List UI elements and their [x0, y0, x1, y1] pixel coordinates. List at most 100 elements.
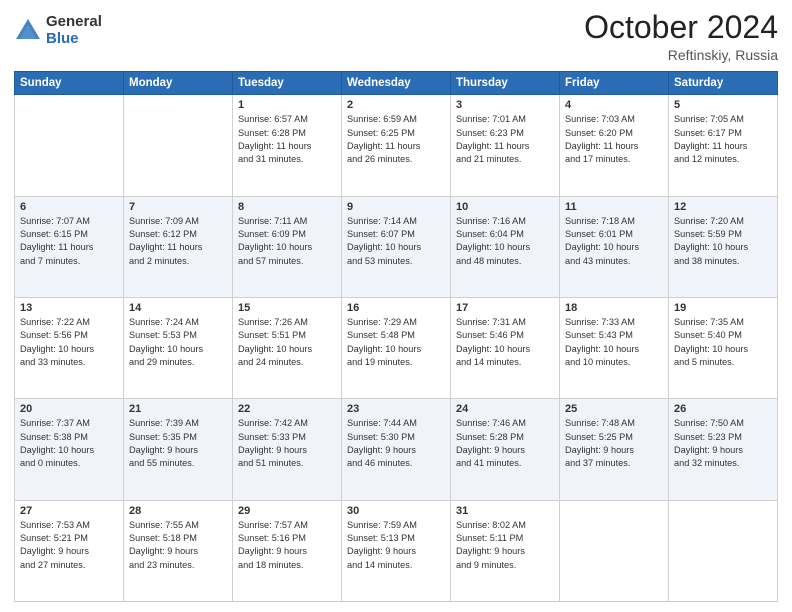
day-number: 15	[238, 302, 336, 314]
calendar-cell: 19 Sunrise: 7:35 AMSunset: 5:40 PMDayligh…	[669, 297, 778, 398]
day-number: 8	[238, 201, 336, 213]
day-info: Sunrise: 7:33 AMSunset: 5:43 PMDaylight:…	[565, 316, 663, 369]
calendar-cell: 21 Sunrise: 7:39 AMSunset: 5:35 PMDayligh…	[124, 399, 233, 500]
day-info: Sunrise: 7:22 AMSunset: 5:56 PMDaylight:…	[20, 316, 118, 369]
day-info: Sunrise: 7:07 AMSunset: 6:15 PMDaylight:…	[20, 215, 118, 268]
day-info: Sunrise: 7:18 AMSunset: 6:01 PMDaylight:…	[565, 215, 663, 268]
calendar-cell: 16Sunrise: 7:29 AMSunset: 5:48 PMDayligh…	[342, 297, 451, 398]
col-header-thursday: Thursday	[451, 72, 560, 95]
calendar-cell	[15, 95, 124, 196]
calendar-cell: 20Sunrise: 7:37 AMSunset: 5:38 PMDayligh…	[15, 399, 124, 500]
day-info: Sunrise: 8:02 AMSunset: 5:11 PMDaylight:…	[456, 519, 554, 572]
calendar-row-2: 6 Sunrise: 7:07 AMSunset: 6:15 PMDaylight…	[15, 196, 778, 297]
calendar-cell: 2Sunrise: 6:59 AMSunset: 6:25 PMDaylight…	[342, 95, 451, 196]
col-header-saturday: Saturday	[669, 72, 778, 95]
day-number: 11	[565, 201, 663, 213]
day-info: Sunrise: 7:29 AMSunset: 5:48 PMDaylight:…	[347, 316, 445, 369]
calendar-cell: 11 Sunrise: 7:18 AMSunset: 6:01 PMDayligh…	[560, 196, 669, 297]
day-number: 27	[20, 505, 118, 517]
calendar-cell: 25Sunrise: 7:48 AMSunset: 5:25 PMDayligh…	[560, 399, 669, 500]
day-info: Sunrise: 7:37 AMSunset: 5:38 PMDaylight:…	[20, 417, 118, 470]
day-number: 19	[674, 302, 772, 314]
calendar-cell: 30 Sunrise: 7:59 AMSunset: 5:13 PMDayligh…	[342, 500, 451, 601]
day-info: Sunrise: 7:05 AMSunset: 6:17 PMDaylight:…	[674, 113, 772, 166]
day-number: 23	[347, 403, 445, 415]
calendar-cell	[669, 500, 778, 601]
day-number: 22	[238, 403, 336, 415]
page: General Blue October 2024 Reftinskiy, Ru…	[0, 0, 792, 612]
day-number: 6	[20, 201, 118, 213]
calendar-header-row: SundayMondayTuesdayWednesdayThursdayFrid…	[15, 72, 778, 95]
day-number: 2	[347, 99, 445, 111]
day-number: 14	[129, 302, 227, 314]
calendar-cell: 14Sunrise: 7:24 AMSunset: 5:53 PMDayligh…	[124, 297, 233, 398]
calendar-cell: 26 Sunrise: 7:50 AMSunset: 5:23 PMDayligh…	[669, 399, 778, 500]
day-number: 4	[565, 99, 663, 111]
day-info: Sunrise: 7:20 AMSunset: 5:59 PMDaylight:…	[674, 215, 772, 268]
day-number: 13	[20, 302, 118, 314]
day-info: Sunrise: 7:44 AMSunset: 5:30 PMDaylight:…	[347, 417, 445, 470]
calendar-cell: 18Sunrise: 7:33 AMSunset: 5:43 PMDayligh…	[560, 297, 669, 398]
day-info: Sunrise: 7:42 AMSunset: 5:33 PMDaylight:…	[238, 417, 336, 470]
day-info: Sunrise: 7:55 AMSunset: 5:18 PMDaylight:…	[129, 519, 227, 572]
day-info: Sunrise: 7:09 AMSunset: 6:12 PMDaylight:…	[129, 215, 227, 268]
calendar-cell: 9 Sunrise: 7:14 AMSunset: 6:07 PMDaylight…	[342, 196, 451, 297]
calendar-cell: 13 Sunrise: 7:22 AMSunset: 5:56 PMDayligh…	[15, 297, 124, 398]
header: General Blue October 2024 Reftinskiy, Ru…	[14, 10, 778, 63]
calendar-cell: 31Sunrise: 8:02 AMSunset: 5:11 PMDayligh…	[451, 500, 560, 601]
day-info: Sunrise: 7:14 AMSunset: 6:07 PMDaylight:…	[347, 215, 445, 268]
day-info: Sunrise: 7:03 AMSunset: 6:20 PMDaylight:…	[565, 113, 663, 166]
day-info: Sunrise: 7:59 AMSunset: 5:13 PMDaylight:…	[347, 519, 445, 572]
day-number: 25	[565, 403, 663, 415]
col-header-friday: Friday	[560, 72, 669, 95]
title-block: October 2024 Reftinskiy, Russia	[584, 10, 778, 63]
month-title: October 2024	[584, 10, 778, 45]
day-number: 28	[129, 505, 227, 517]
day-info: Sunrise: 6:57 AMSunset: 6:28 PMDaylight:…	[238, 113, 336, 166]
col-header-monday: Monday	[124, 72, 233, 95]
day-info: Sunrise: 7:11 AMSunset: 6:09 PMDaylight:…	[238, 215, 336, 268]
calendar-cell: 7 Sunrise: 7:09 AMSunset: 6:12 PMDaylight…	[124, 196, 233, 297]
day-number: 9	[347, 201, 445, 213]
day-number: 12	[674, 201, 772, 213]
day-number: 30	[347, 505, 445, 517]
day-number: 3	[456, 99, 554, 111]
day-number: 10	[456, 201, 554, 213]
day-number: 17	[456, 302, 554, 314]
day-number: 21	[129, 403, 227, 415]
day-info: Sunrise: 7:35 AMSunset: 5:40 PMDaylight:…	[674, 316, 772, 369]
calendar-row-3: 13 Sunrise: 7:22 AMSunset: 5:56 PMDayligh…	[15, 297, 778, 398]
calendar-cell: 6 Sunrise: 7:07 AMSunset: 6:15 PMDaylight…	[15, 196, 124, 297]
calendar-cell: 17 Sunrise: 7:31 AMSunset: 5:46 PMDayligh…	[451, 297, 560, 398]
calendar-cell: 27 Sunrise: 7:53 AMSunset: 5:21 PMDayligh…	[15, 500, 124, 601]
day-info: Sunrise: 7:26 AMSunset: 5:51 PMDaylight:…	[238, 316, 336, 369]
day-number: 7	[129, 201, 227, 213]
calendar-cell: 1Sunrise: 6:57 AMSunset: 6:28 PMDaylight…	[233, 95, 342, 196]
day-info: Sunrise: 7:50 AMSunset: 5:23 PMDaylight:…	[674, 417, 772, 470]
logo-icon	[14, 17, 42, 45]
calendar-cell: 23 Sunrise: 7:44 AMSunset: 5:30 PMDayligh…	[342, 399, 451, 500]
calendar-cell	[560, 500, 669, 601]
day-number: 26	[674, 403, 772, 415]
calendar-row-5: 27 Sunrise: 7:53 AMSunset: 5:21 PMDayligh…	[15, 500, 778, 601]
calendar-cell: 29Sunrise: 7:57 AMSunset: 5:16 PMDayligh…	[233, 500, 342, 601]
day-info: Sunrise: 7:39 AMSunset: 5:35 PMDaylight:…	[129, 417, 227, 470]
calendar-cell: 8 Sunrise: 7:11 AMSunset: 6:09 PMDaylight…	[233, 196, 342, 297]
calendar-cell: 24Sunrise: 7:46 AMSunset: 5:28 PMDayligh…	[451, 399, 560, 500]
calendar-cell: 3Sunrise: 7:01 AMSunset: 6:23 PMDaylight…	[451, 95, 560, 196]
logo-general: General	[46, 14, 102, 31]
calendar-cell: 15 Sunrise: 7:26 AMSunset: 5:51 PMDayligh…	[233, 297, 342, 398]
calendar-cell	[124, 95, 233, 196]
col-header-tuesday: Tuesday	[233, 72, 342, 95]
day-number: 5	[674, 99, 772, 111]
calendar-cell: 10 Sunrise: 7:16 AMSunset: 6:04 PMDayligh…	[451, 196, 560, 297]
day-info: Sunrise: 7:46 AMSunset: 5:28 PMDaylight:…	[456, 417, 554, 470]
day-info: Sunrise: 7:31 AMSunset: 5:46 PMDaylight:…	[456, 316, 554, 369]
day-info: Sunrise: 7:53 AMSunset: 5:21 PMDaylight:…	[20, 519, 118, 572]
calendar-cell: 4 Sunrise: 7:03 AMSunset: 6:20 PMDaylight…	[560, 95, 669, 196]
logo: General Blue	[14, 14, 102, 47]
day-info: Sunrise: 7:57 AMSunset: 5:16 PMDaylight:…	[238, 519, 336, 572]
day-info: Sunrise: 7:16 AMSunset: 6:04 PMDaylight:…	[456, 215, 554, 268]
col-header-wednesday: Wednesday	[342, 72, 451, 95]
calendar-cell: 12 Sunrise: 7:20 AMSunset: 5:59 PMDayligh…	[669, 196, 778, 297]
